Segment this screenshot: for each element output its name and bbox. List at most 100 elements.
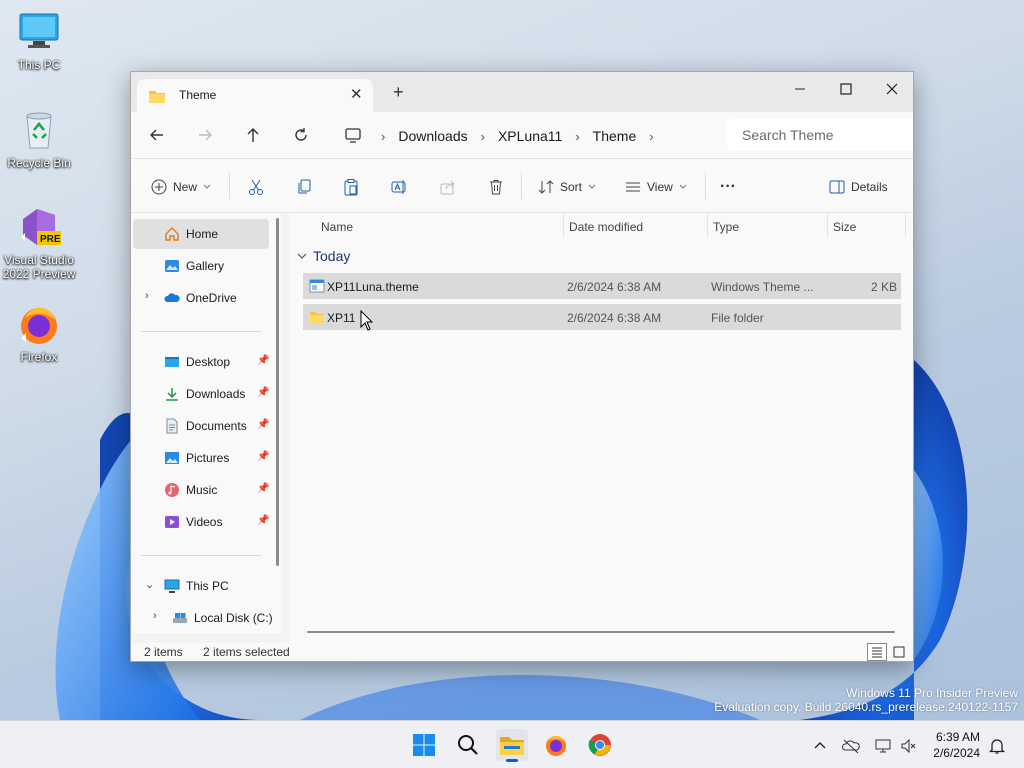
chevron-right-icon[interactable]: › [153, 610, 157, 622]
column-divider[interactable] [827, 213, 828, 237]
system-clock[interactable]: 6:39 AM 2/6/2024 [933, 729, 980, 761]
desktop-icon-firefox[interactable]: Firefox [0, 302, 78, 364]
pin-icon: 📌 [257, 451, 270, 462]
column-header-name[interactable]: Name [321, 220, 353, 234]
document-icon [164, 418, 180, 434]
new-tab-button[interactable]: + [393, 83, 404, 101]
network-icon [875, 739, 891, 753]
minimize-button[interactable] [777, 76, 823, 102]
chevron-right-icon[interactable]: › [145, 290, 149, 302]
chevron-down-icon[interactable]: ⌄ [145, 578, 154, 591]
column-divider[interactable] [563, 213, 564, 237]
view-button[interactable]: View [625, 177, 687, 197]
nav-local-disk[interactable]: › Local Disk (C:) [141, 603, 277, 633]
notifications-button[interactable] [988, 737, 1006, 755]
nav-onedrive[interactable]: › OneDrive [133, 283, 269, 313]
column-divider[interactable] [905, 213, 906, 237]
delete-button[interactable] [487, 177, 505, 197]
desktop-icon-visual-studio[interactable]: PRE Visual Studio 2022 Preview [0, 205, 78, 281]
copy-button[interactable] [295, 177, 313, 197]
nav-videos[interactable]: Videos 📌 [133, 507, 269, 537]
breadcrumb-theme[interactable]: Theme [593, 128, 637, 144]
up-button[interactable] [243, 125, 263, 145]
this-pc-crumb-icon[interactable] [343, 125, 363, 145]
chevron-right-icon[interactable]: › [381, 129, 385, 144]
video-icon [164, 514, 180, 530]
rename-button[interactable] [390, 177, 408, 197]
breadcrumb-xpluna11[interactable]: XPLuna11 [498, 128, 562, 144]
taskbar-chrome[interactable] [584, 729, 616, 761]
file-type: Windows Theme ... [711, 280, 814, 294]
file-date: 2/6/2024 6:38 AM [567, 311, 662, 325]
clock-time: 6:39 AM [935, 730, 980, 744]
file-row[interactable]: XP11 2/6/2024 6:38 AM File folder [303, 304, 901, 330]
nav-downloads[interactable]: Downloads 📌 [133, 379, 269, 409]
details-view-button[interactable] [867, 643, 887, 661]
file-row[interactable]: XP11Luna.theme 2/6/2024 6:38 AM Windows … [303, 273, 901, 299]
tab-theme[interactable]: Theme ✕ [137, 79, 373, 112]
toolbar-divider [521, 173, 522, 199]
file-explorer-icon [500, 737, 524, 755]
desktop-icon-recycle-bin[interactable]: Recycle Bin [0, 108, 78, 170]
network-tray-icon[interactable] [874, 737, 892, 755]
nav-label: Music [186, 483, 218, 497]
nav-music[interactable]: Music 📌 [133, 475, 269, 505]
group-header-today[interactable]: Today [297, 248, 350, 264]
back-button[interactable] [147, 125, 167, 145]
active-indicator [506, 759, 518, 762]
navigation-scrollbar[interactable] [276, 218, 279, 566]
tab-close-button[interactable]: ✕ [350, 85, 363, 103]
column-divider[interactable] [707, 213, 708, 237]
nav-gallery[interactable]: Gallery [133, 251, 269, 281]
nav-divider [141, 555, 261, 556]
taskbar-file-explorer[interactable] [496, 729, 528, 762]
paste-button[interactable] [342, 177, 360, 197]
chevron-right-icon[interactable]: › [649, 129, 653, 144]
show-hidden-icons-button[interactable] [811, 737, 829, 755]
visual-studio-icon: PRE [17, 205, 61, 249]
desktop-icon-this-pc[interactable]: This PC [0, 10, 78, 72]
nav-divider [141, 331, 261, 332]
share-button[interactable] [439, 177, 457, 197]
details-pane-button[interactable]: Details [829, 177, 888, 197]
nav-documents[interactable]: Documents 📌 [133, 411, 269, 441]
chevron-right-icon[interactable]: › [575, 129, 579, 144]
taskbar-firefox[interactable] [540, 729, 572, 761]
chevron-down-icon [203, 184, 211, 189]
breadcrumb-downloads[interactable]: Downloads [398, 128, 467, 144]
download-icon [164, 386, 180, 402]
column-header-date[interactable]: Date modified [569, 220, 643, 234]
trash-icon [490, 180, 502, 195]
onedrive-tray-icon[interactable] [841, 737, 860, 755]
more-options-button[interactable]: ··· [720, 177, 736, 197]
new-button[interactable]: New [151, 177, 211, 197]
maximize-button[interactable] [823, 76, 869, 102]
nav-this-pc[interactable]: ⌄ This PC [133, 571, 269, 601]
cut-button[interactable] [247, 177, 265, 197]
taskbar: 6:39 AM 2/6/2024 [0, 720, 1024, 768]
refresh-button[interactable] [291, 125, 311, 145]
chevron-right-icon[interactable]: › [481, 129, 485, 144]
clock-date: 2/6/2024 [933, 746, 980, 760]
firefox-icon [17, 302, 61, 346]
title-bar: Theme ✕ + [131, 72, 913, 112]
status-bar: 2 items 2 items selected [131, 643, 913, 661]
forward-button[interactable] [195, 125, 215, 145]
copy-icon [298, 179, 311, 194]
start-button[interactable] [408, 729, 440, 761]
nav-pictures[interactable]: Pictures 📌 [133, 443, 269, 473]
horizontal-scrollbar[interactable] [307, 631, 895, 633]
sort-button[interactable]: Sort [538, 177, 596, 197]
close-window-button[interactable] [869, 76, 913, 102]
search-button[interactable] [452, 729, 484, 761]
breadcrumb: › Downloads › XPLuna11 › Theme › [381, 126, 667, 146]
column-header-size[interactable]: Size [833, 220, 856, 234]
view-label: View [647, 180, 673, 194]
nav-home[interactable]: Home [133, 219, 269, 249]
column-header-type[interactable]: Type [713, 220, 739, 234]
search-input[interactable]: Search Theme [727, 119, 913, 151]
item-count: 2 items [144, 645, 183, 659]
volume-tray-icon[interactable] [900, 737, 918, 755]
tiles-view-button[interactable] [889, 643, 909, 661]
nav-desktop[interactable]: Desktop 📌 [133, 347, 269, 377]
